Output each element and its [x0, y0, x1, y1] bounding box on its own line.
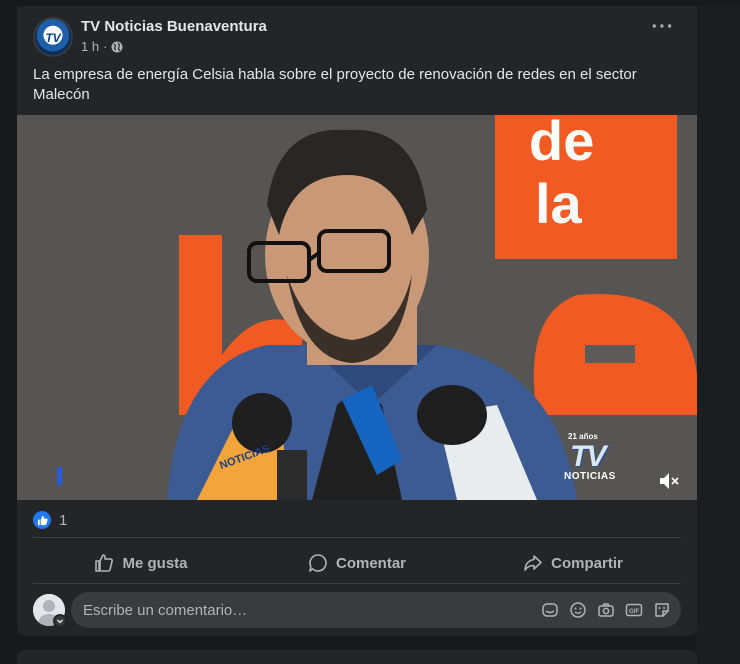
- comment-input[interactable]: Escribe un comentario… GIF: [71, 592, 681, 628]
- comment-row: Escribe un comentario… GIF: [33, 592, 681, 628]
- chevron-down-icon[interactable]: [53, 614, 67, 628]
- divider-top: [33, 537, 681, 538]
- share-icon: [524, 555, 542, 571]
- avatar-logo-text: TV: [45, 31, 61, 45]
- emoji-icon[interactable]: [569, 600, 587, 620]
- page-name-link[interactable]: TV Noticias Buenaventura: [81, 18, 267, 35]
- reaction-count: 1: [59, 511, 68, 529]
- reactions-summary[interactable]: 1: [33, 509, 67, 531]
- comment-label: Comentar: [335, 554, 406, 572]
- watermark-logo: TV: [570, 440, 606, 473]
- meta-separator: ·: [103, 39, 108, 54]
- like-label: Me gusta: [122, 554, 188, 572]
- gif-icon[interactable]: GIF: [625, 600, 643, 620]
- share-label: Compartir: [551, 554, 623, 572]
- like-reaction-icon: [33, 511, 51, 529]
- avatar-sticker-icon[interactable]: [541, 600, 559, 620]
- like-button[interactable]: Me gusta: [33, 543, 249, 583]
- next-post-card: [17, 650, 697, 664]
- right-gutter: [697, 6, 740, 664]
- sticker-icon[interactable]: [653, 600, 671, 620]
- watermark-label: NOTICIAS: [564, 471, 616, 482]
- post-card: TV TV Noticias Buenaventura 1 h · ··· La…: [17, 6, 697, 636]
- post-time[interactable]: 1 h: [81, 39, 99, 54]
- post-text: La empresa de energía Celsia habla sobre…: [33, 66, 637, 103]
- comment-icon: [309, 554, 327, 572]
- action-bar: Me gusta Comentar Compartir: [33, 543, 681, 583]
- sign-text-1: de: [529, 115, 594, 172]
- post-meta: 1 h ·: [81, 39, 123, 54]
- comment-placeholder: Escribe un comentario…: [83, 601, 248, 619]
- comment-tools: GIF: [541, 600, 671, 620]
- channel-watermark: 21 años TV NOTICIAS: [562, 428, 632, 482]
- more-options-icon[interactable]: ···: [647, 17, 679, 46]
- share-button[interactable]: Compartir: [465, 543, 681, 583]
- camera-icon[interactable]: [597, 600, 615, 620]
- comment-button[interactable]: Comentar: [249, 543, 465, 583]
- video-player[interactable]: de la NOTICIAS 21 años TV NOTICIAS: [17, 115, 697, 500]
- post-header: TV TV Noticias Buenaventura 1 h · ···: [17, 6, 697, 62]
- divider-bottom: [33, 583, 681, 584]
- thumbs-up-icon: [95, 554, 114, 572]
- globe-icon: [111, 41, 123, 52]
- svg-text:GIF: GIF: [629, 609, 639, 615]
- page-avatar[interactable]: TV: [33, 17, 73, 57]
- mute-icon[interactable]: [657, 470, 681, 492]
- sign-text-2: la: [535, 172, 583, 235]
